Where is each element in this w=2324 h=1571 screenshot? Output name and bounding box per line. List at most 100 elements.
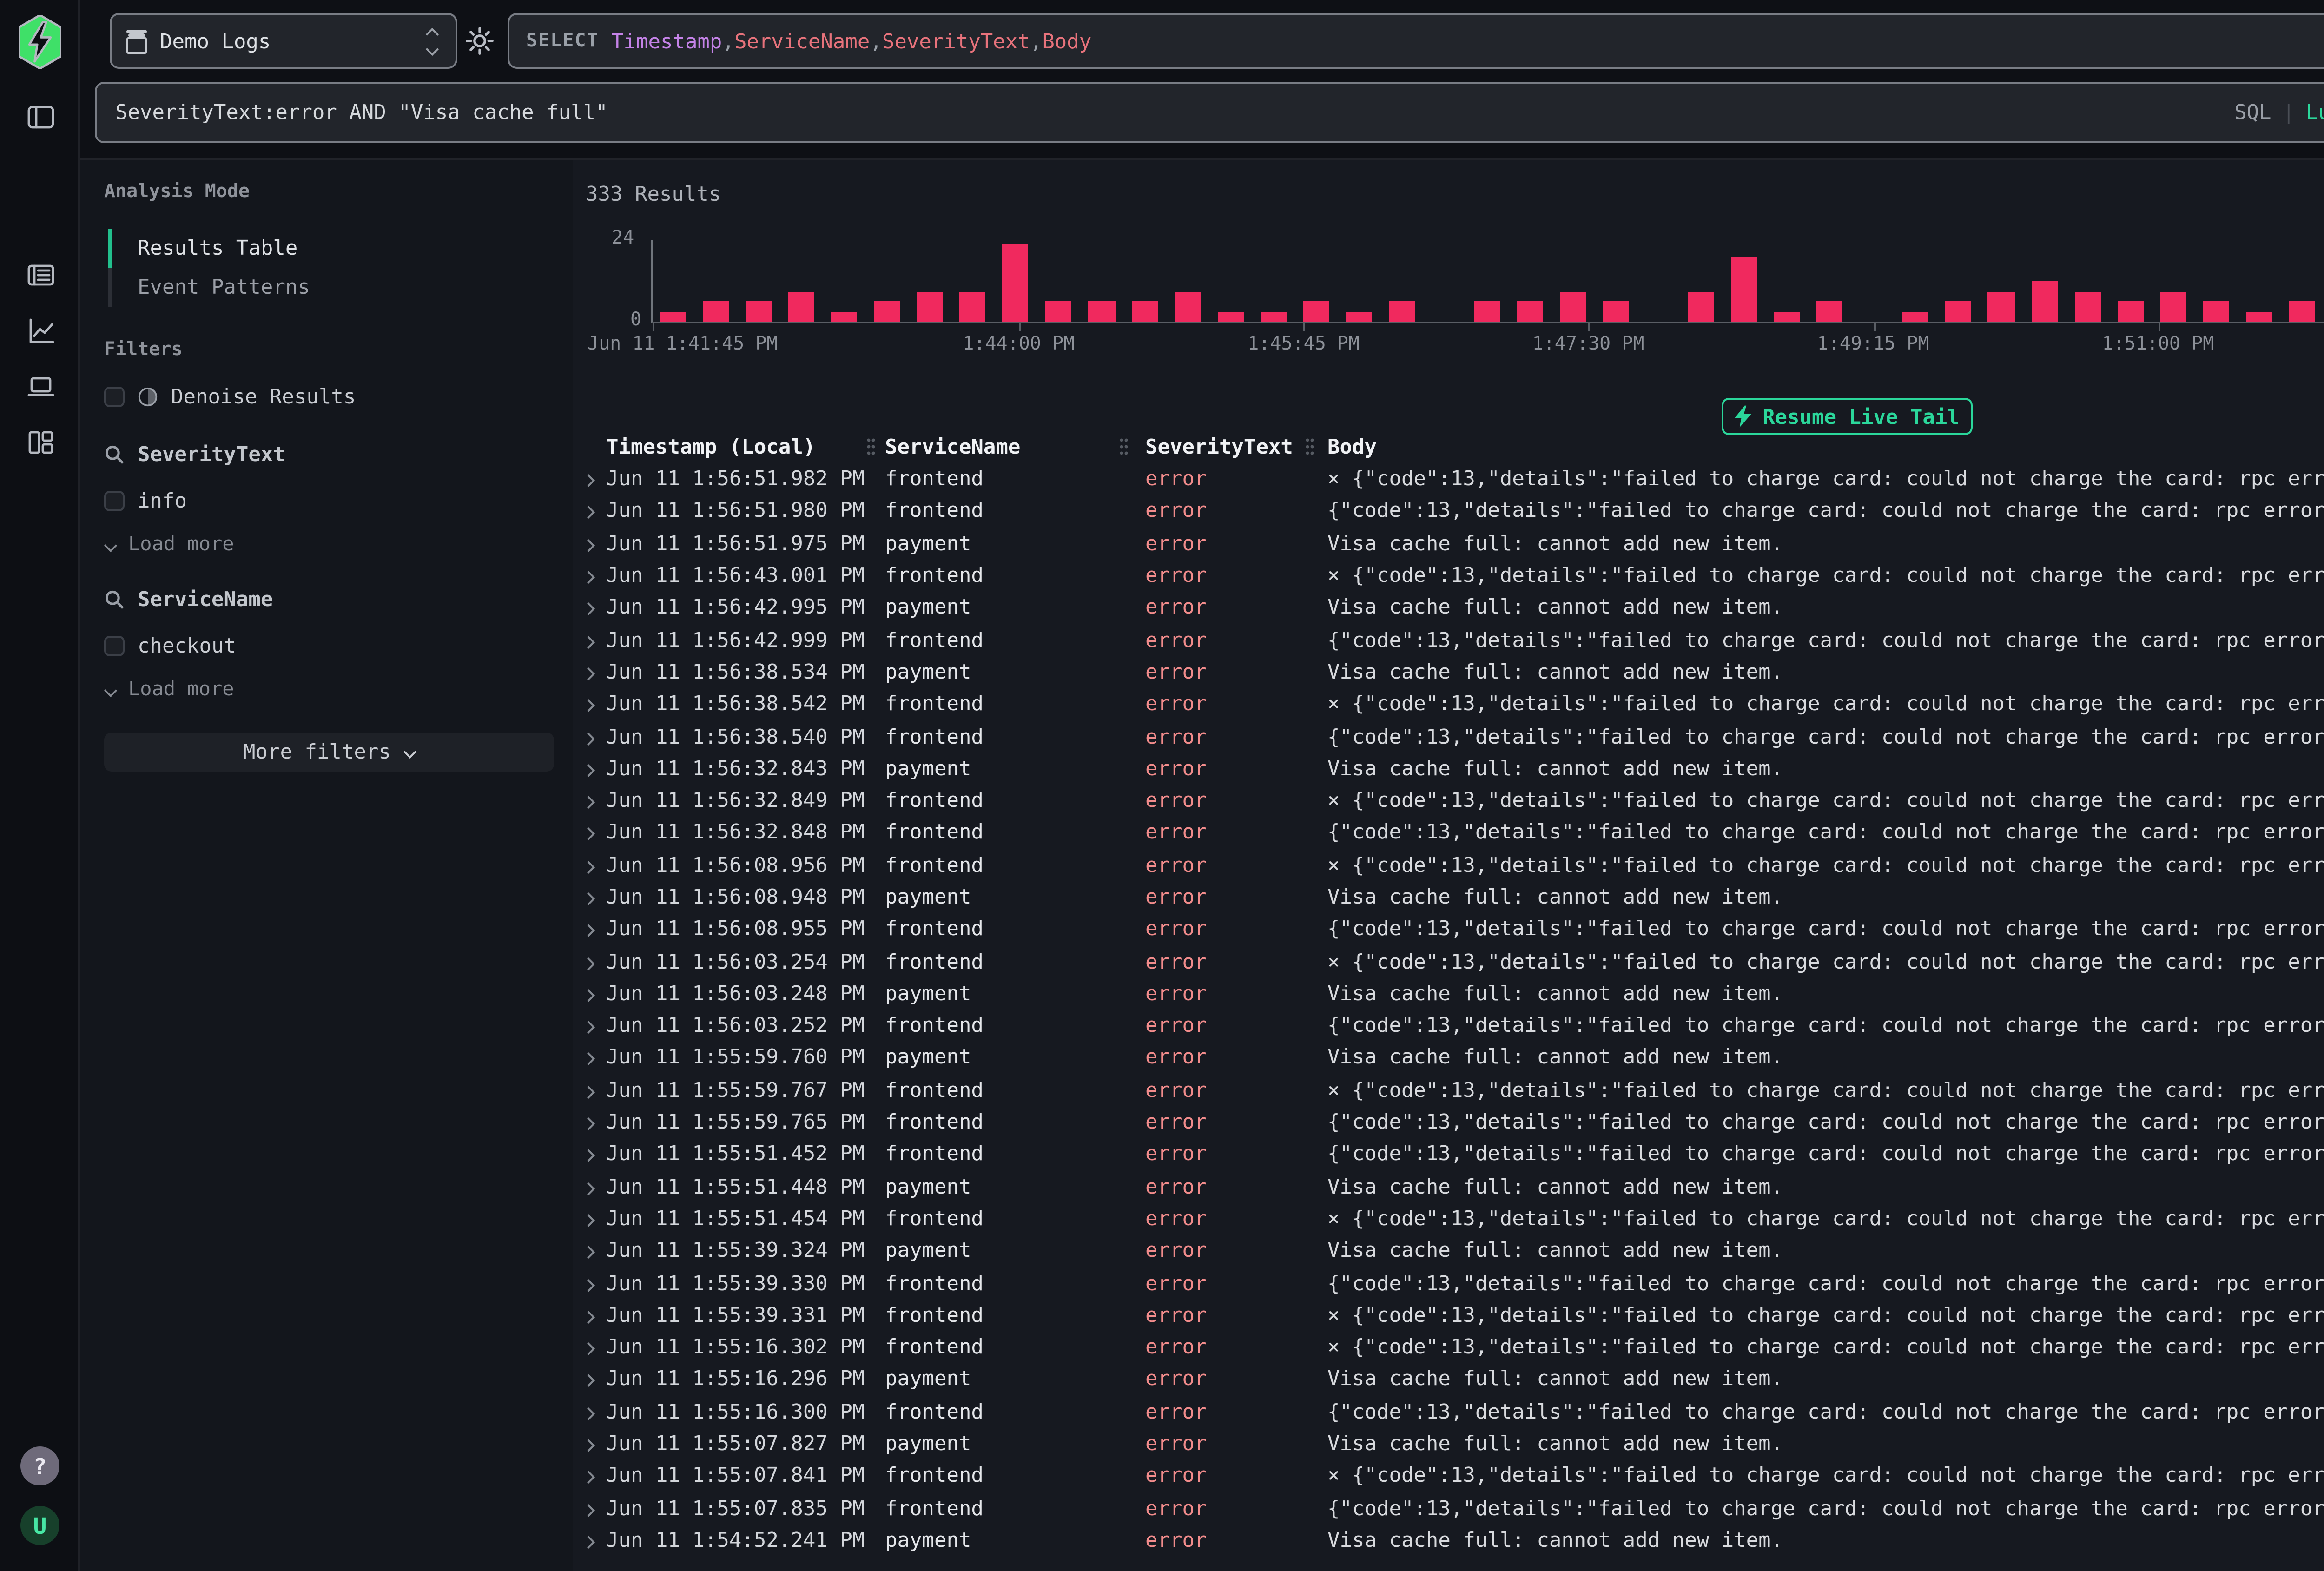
row-expand-chevron-icon[interactable] bbox=[584, 1214, 595, 1227]
table-row[interactable]: Jun 11 1:56:43.001 PM frontend error × {… bbox=[573, 560, 2324, 592]
row-expand-chevron-icon[interactable] bbox=[584, 1053, 595, 1066]
source-select[interactable]: Demo Logs bbox=[110, 13, 457, 69]
lucene-toggle[interactable]: Lucene bbox=[2306, 100, 2324, 125]
row-expand-chevron-icon[interactable] bbox=[584, 1439, 595, 1452]
row-expand-chevron-icon[interactable] bbox=[584, 1310, 595, 1323]
select-clause-input[interactable]: SELECT Timestamp, ServiceName, SeverityT… bbox=[508, 13, 2324, 69]
resume-live-tail-button[interactable]: Resume Live Tail bbox=[1722, 398, 1973, 435]
row-expand-chevron-icon[interactable] bbox=[584, 1182, 595, 1195]
col-header-body[interactable]: Body bbox=[1327, 435, 2324, 459]
table-row[interactable]: Jun 11 1:56:08.948 PM payment error Visa… bbox=[573, 881, 2324, 913]
row-expand-chevron-icon[interactable] bbox=[584, 1342, 595, 1355]
row-expand-chevron-icon[interactable] bbox=[584, 507, 595, 520]
col-header-timestamp[interactable]: Timestamp (Local) bbox=[606, 435, 866, 459]
table-row[interactable]: Jun 11 1:55:51.452 PM frontend error {"c… bbox=[573, 1138, 2324, 1170]
dashboards-icon[interactable] bbox=[24, 426, 56, 457]
user-avatar[interactable]: U bbox=[20, 1506, 59, 1545]
row-expand-chevron-icon[interactable] bbox=[584, 1149, 595, 1162]
row-expand-chevron-icon[interactable] bbox=[584, 1536, 595, 1549]
table-row[interactable]: Jun 11 1:55:51.448 PM payment error Visa… bbox=[573, 1170, 2324, 1202]
more-filters-button[interactable]: More filters bbox=[104, 733, 554, 772]
row-expand-chevron-icon[interactable] bbox=[584, 539, 595, 552]
row-expand-chevron-icon[interactable] bbox=[584, 1375, 595, 1388]
denoise-checkbox[interactable] bbox=[104, 386, 125, 406]
column-resize-handle[interactable] bbox=[866, 437, 876, 457]
checkout-checkbox[interactable] bbox=[104, 635, 125, 655]
row-expand-chevron-icon[interactable] bbox=[584, 989, 595, 1002]
table-row[interactable]: Jun 11 1:56:08.955 PM frontend error {"c… bbox=[573, 913, 2324, 945]
row-expand-chevron-icon[interactable] bbox=[584, 1117, 595, 1130]
table-row[interactable]: Jun 11 1:56:38.540 PM frontend error {"c… bbox=[573, 720, 2324, 752]
row-expand-chevron-icon[interactable] bbox=[584, 957, 595, 970]
servicename-load-more[interactable]: Load more bbox=[106, 677, 554, 703]
table-row[interactable]: Jun 11 1:54:52.241 PM payment error Visa… bbox=[573, 1524, 2324, 1556]
table-row[interactable]: Jun 11 1:55:07.835 PM frontend error {"c… bbox=[573, 1492, 2324, 1524]
table-row[interactable]: Jun 11 1:56:03.254 PM frontend error × {… bbox=[573, 945, 2324, 977]
chart-explorer-icon[interactable] bbox=[24, 314, 56, 346]
search-logs-icon[interactable] bbox=[24, 258, 56, 290]
table-row[interactable]: Jun 11 1:55:59.767 PM frontend error × {… bbox=[573, 1074, 2324, 1106]
table-row[interactable]: Jun 11 1:56:51.982 PM frontend error × {… bbox=[573, 463, 2324, 495]
row-expand-chevron-icon[interactable] bbox=[584, 764, 595, 777]
row-expand-chevron-icon[interactable] bbox=[584, 1407, 595, 1420]
tab-results-table[interactable]: Results Table bbox=[108, 229, 554, 268]
table-row[interactable]: Jun 11 1:55:07.841 PM frontend error × {… bbox=[573, 1460, 2324, 1492]
facet-option-checkout[interactable]: checkout bbox=[104, 628, 554, 662]
sql-toggle[interactable]: SQL bbox=[2234, 100, 2271, 125]
table-row[interactable]: Jun 11 1:56:32.849 PM frontend error × {… bbox=[573, 785, 2324, 817]
table-row[interactable]: Jun 11 1:56:32.843 PM payment error Visa… bbox=[573, 752, 2324, 785]
table-row[interactable]: Jun 11 1:55:16.296 PM payment error Visa… bbox=[573, 1363, 2324, 1395]
table-row[interactable]: Jun 11 1:56:51.980 PM frontend error {"c… bbox=[573, 495, 2324, 527]
table-row[interactable]: Jun 11 1:55:07.827 PM payment error Visa… bbox=[573, 1428, 2324, 1460]
col-header-severitytext[interactable]: SeverityText bbox=[1145, 435, 1305, 459]
table-row[interactable]: Jun 11 1:55:39.324 PM payment error Visa… bbox=[573, 1235, 2324, 1267]
row-expand-chevron-icon[interactable] bbox=[584, 732, 595, 745]
row-expand-chevron-icon[interactable] bbox=[584, 860, 595, 873]
table-row[interactable]: Jun 11 1:55:59.765 PM frontend error {"c… bbox=[573, 1106, 2324, 1138]
row-expand-chevron-icon[interactable] bbox=[584, 924, 595, 937]
table-row[interactable]: Jun 11 1:56:51.975 PM payment error Visa… bbox=[573, 527, 2324, 559]
row-expand-chevron-icon[interactable] bbox=[584, 1085, 595, 1098]
table-row[interactable]: Jun 11 1:55:59.760 PM payment error Visa… bbox=[573, 1042, 2324, 1074]
row-expand-chevron-icon[interactable] bbox=[584, 1471, 595, 1484]
row-expand-chevron-icon[interactable] bbox=[584, 700, 595, 713]
row-expand-chevron-icon[interactable] bbox=[584, 796, 595, 809]
table-row[interactable]: Jun 11 1:56:08.956 PM frontend error × {… bbox=[573, 849, 2324, 881]
table-row[interactable]: Jun 11 1:56:38.534 PM payment error Visa… bbox=[573, 656, 2324, 688]
collapse-sidebar-icon[interactable] bbox=[24, 100, 56, 132]
column-resize-handle[interactable] bbox=[1119, 437, 1129, 457]
row-expand-chevron-icon[interactable] bbox=[584, 1278, 595, 1291]
row-expand-chevron-icon[interactable] bbox=[584, 892, 595, 905]
source-settings-gear-icon[interactable] bbox=[465, 26, 495, 56]
facet-option-info[interactable]: info bbox=[104, 483, 554, 517]
table-row[interactable]: Jun 11 1:55:16.300 PM frontend error {"c… bbox=[573, 1395, 2324, 1427]
info-checkbox[interactable] bbox=[104, 490, 125, 510]
table-row[interactable]: Jun 11 1:56:03.248 PM payment error Visa… bbox=[573, 977, 2324, 1010]
tab-event-patterns[interactable]: Event Patterns bbox=[108, 268, 554, 307]
row-expand-chevron-icon[interactable] bbox=[584, 1503, 595, 1516]
table-row[interactable]: Jun 11 1:56:03.252 PM frontend error {"c… bbox=[573, 1010, 2324, 1042]
row-expand-chevron-icon[interactable] bbox=[584, 1021, 595, 1034]
table-row[interactable]: Jun 11 1:55:51.454 PM frontend error × {… bbox=[573, 1202, 2324, 1234]
table-row[interactable]: Jun 11 1:55:39.330 PM frontend error {"c… bbox=[573, 1267, 2324, 1299]
help-button[interactable]: ? bbox=[20, 1446, 59, 1485]
table-row[interactable]: Jun 11 1:55:16.302 PM frontend error × {… bbox=[573, 1331, 2324, 1363]
table-row[interactable]: Jun 11 1:56:42.999 PM frontend error {"c… bbox=[573, 624, 2324, 656]
row-expand-chevron-icon[interactable] bbox=[584, 828, 595, 841]
denoise-results-row[interactable]: Denoise Results bbox=[104, 379, 554, 413]
severitytext-load-more[interactable]: Load more bbox=[106, 532, 554, 558]
sessions-icon[interactable] bbox=[24, 370, 56, 402]
row-expand-chevron-icon[interactable] bbox=[584, 571, 595, 584]
search-input[interactable]: SeverityText:error AND "Visa cache full"… bbox=[95, 82, 2324, 143]
hyperdx-logo-icon[interactable] bbox=[19, 15, 61, 69]
table-row[interactable]: Jun 11 1:55:39.331 PM frontend error × {… bbox=[573, 1299, 2324, 1331]
row-expand-chevron-icon[interactable] bbox=[584, 635, 595, 648]
table-row[interactable]: Jun 11 1:56:32.848 PM frontend error {"c… bbox=[573, 817, 2324, 849]
table-row[interactable]: Jun 11 1:56:42.995 PM payment error Visa… bbox=[573, 592, 2324, 624]
row-expand-chevron-icon[interactable] bbox=[584, 667, 595, 680]
row-expand-chevron-icon[interactable] bbox=[584, 1246, 595, 1259]
row-expand-chevron-icon[interactable] bbox=[584, 603, 595, 616]
column-resize-handle[interactable] bbox=[1305, 437, 1314, 457]
table-row[interactable]: Jun 11 1:56:38.542 PM frontend error × {… bbox=[573, 688, 2324, 720]
row-expand-chevron-icon[interactable] bbox=[584, 474, 595, 487]
